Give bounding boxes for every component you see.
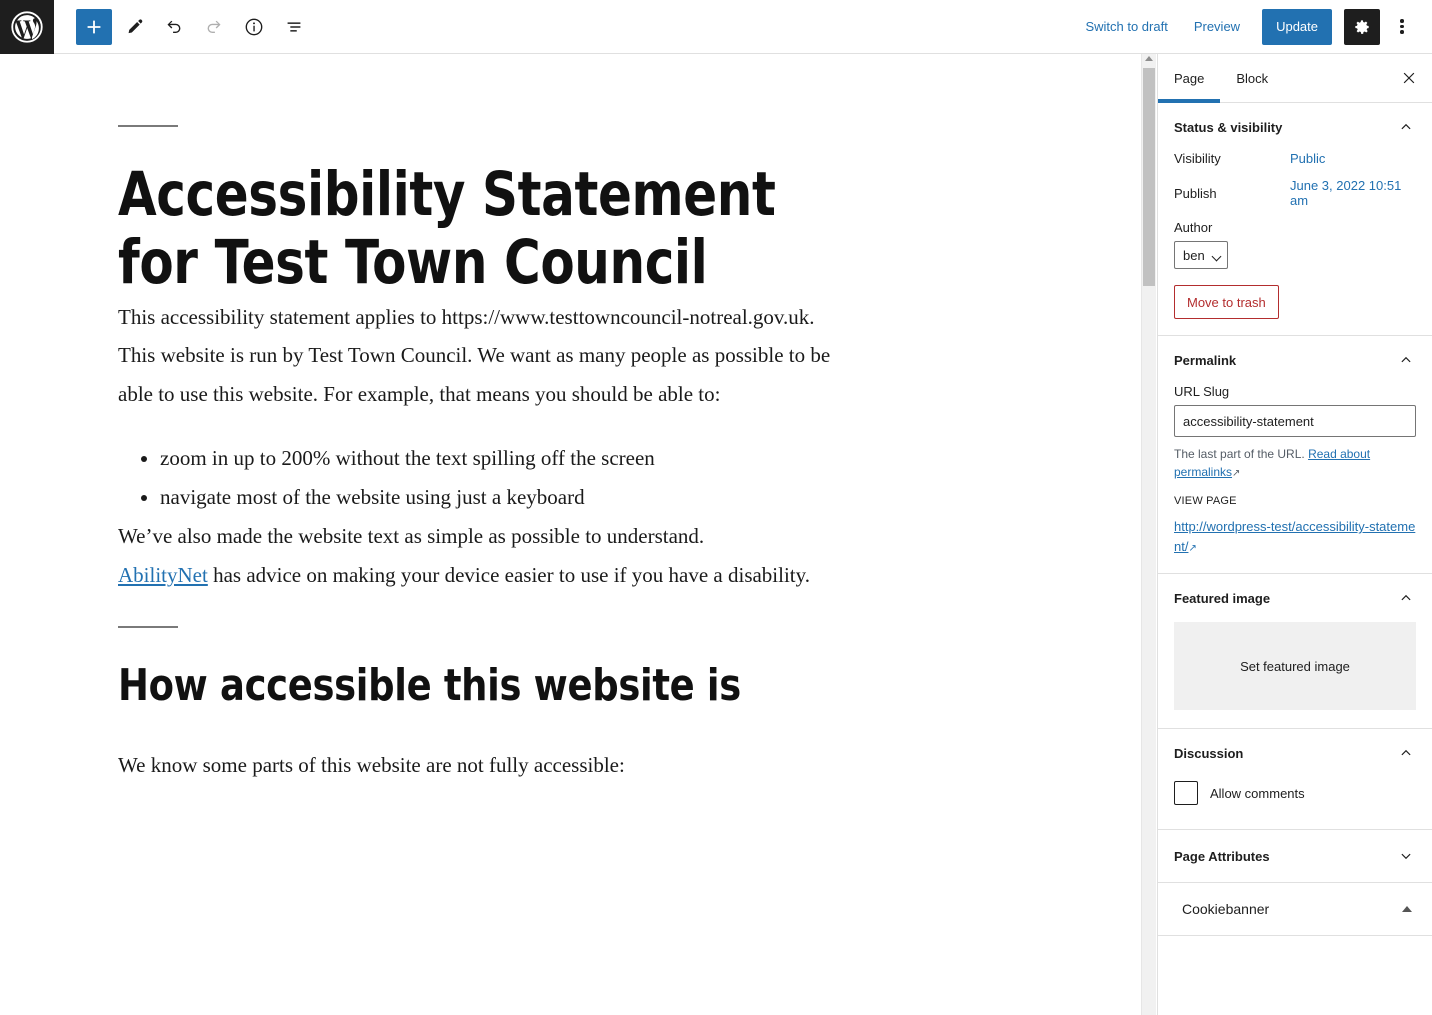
visibility-value-button[interactable]: Public — [1290, 151, 1325, 166]
editor-top-bar: Switch to draft Preview Update — [0, 0, 1432, 54]
close-icon — [1403, 72, 1415, 84]
panel-title: Permalink — [1174, 352, 1237, 368]
panel-status-visibility: Status & visibility Visibility Public Pu… — [1158, 103, 1432, 336]
wordpress-logo-icon[interactable] — [0, 0, 54, 54]
panel-page-attributes: Page Attributes — [1158, 830, 1432, 884]
allow-comments-checkbox[interactable] — [1174, 781, 1198, 806]
view-page-link[interactable]: http://wordpress-test/accessibility-stat… — [1174, 517, 1416, 557]
panel-permalink: Permalink URL Slug The last part of the … — [1158, 336, 1432, 575]
paragraph-block-3[interactable]: We’ve also made the website text as simp… — [118, 517, 858, 556]
chevron-up-icon[interactable] — [1396, 117, 1416, 137]
url-slug-label: URL Slug — [1174, 384, 1230, 399]
external-link-icon: ↗ — [1232, 468, 1241, 479]
panel-featured-image: Featured image Set featured image — [1158, 574, 1432, 730]
more-options-button[interactable] — [1384, 9, 1420, 45]
list-item[interactable]: navigate most of the website using just … — [160, 478, 858, 517]
panel-title: Status & visibility — [1174, 119, 1283, 135]
panel-permalink-header[interactable]: Permalink — [1174, 336, 1416, 384]
add-block-button[interactable] — [76, 8, 112, 45]
edit-tool-button[interactable] — [116, 9, 152, 45]
publish-label: Publish — [1174, 185, 1217, 201]
editor-body: Accessibility Statement for Test Town Co… — [0, 54, 1432, 1015]
undo-button[interactable] — [156, 9, 192, 45]
url-slug-input[interactable] — [1174, 405, 1416, 437]
list-item[interactable]: zoom in up to 200% without the text spil… — [160, 439, 858, 478]
settings-sidebar: Page Block Status & visibility Visibilit… — [1157, 54, 1432, 1015]
publish-date-button[interactable]: June 3, 2022 10:51 am — [1290, 178, 1416, 208]
row-author: Author ben — [1174, 220, 1416, 269]
editor-actions-group: Switch to draft Preview Update — [1073, 8, 1432, 45]
author-label: Author — [1174, 220, 1213, 235]
close-sidebar-button[interactable] — [1392, 61, 1426, 95]
set-featured-image-button[interactable]: Set featured image — [1174, 622, 1416, 711]
author-select[interactable]: ben — [1174, 241, 1228, 269]
sidebar-tab-bar: Page Block — [1158, 54, 1432, 103]
separator-block-middle[interactable] — [118, 595, 858, 628]
gear-icon — [1355, 19, 1369, 34]
panel-title: Cookiebanner — [1182, 901, 1270, 918]
list-view-button[interactable] — [276, 9, 312, 45]
tab-page[interactable]: Page — [1158, 55, 1221, 103]
kebab-menu-icon — [1400, 17, 1404, 36]
panel-discussion: Discussion Allow comments — [1158, 729, 1432, 831]
chevron-down-icon[interactable] — [1396, 846, 1416, 866]
wordpress-block-editor: Switch to draft Preview Update Accessibi… — [0, 0, 1432, 1015]
permalink-help-text: The last part of the URL. Read about per… — [1174, 445, 1416, 481]
editor-tools-group — [54, 8, 312, 45]
list-block[interactable]: zoom in up to 200% without the text spil… — [118, 439, 858, 517]
preview-button[interactable]: Preview — [1182, 11, 1252, 42]
panel-title: Featured image — [1174, 590, 1271, 606]
paragraph-4-rest: has advice on making your device easier … — [207, 562, 811, 587]
details-button[interactable] — [236, 9, 272, 45]
panel-cookiebanner-header[interactable]: Cookiebanner — [1182, 883, 1416, 935]
tab-block[interactable]: Block — [1220, 55, 1284, 102]
panel-status-visibility-header[interactable]: Status & visibility — [1174, 103, 1416, 151]
paragraph-block-1[interactable]: This accessibility statement applies to … — [118, 298, 858, 337]
permalink-help-prefix: The last part of the URL. — [1174, 447, 1309, 461]
panel-featured-image-header[interactable]: Featured image — [1174, 574, 1416, 622]
abilitynet-link[interactable]: AbilityNet — [118, 563, 208, 587]
panel-page-attributes-header[interactable]: Page Attributes — [1174, 830, 1416, 882]
scrollbar-thumb[interactable] — [1143, 68, 1155, 286]
panel-discussion-header[interactable]: Discussion — [1174, 729, 1416, 777]
move-to-trash-button[interactable]: Move to trash — [1174, 285, 1279, 319]
settings-gear-button[interactable] — [1344, 8, 1380, 45]
editor-canvas[interactable]: Accessibility Statement for Test Town Co… — [0, 54, 1140, 1015]
switch-to-draft-button[interactable]: Switch to draft — [1073, 11, 1179, 42]
visibility-label: Visibility — [1174, 151, 1221, 166]
chevron-up-icon[interactable] — [1396, 588, 1416, 608]
redo-button[interactable] — [196, 9, 232, 45]
update-button[interactable]: Update — [1262, 8, 1332, 45]
heading-how-accessible[interactable]: How accessible this website is — [118, 661, 864, 710]
external-link-icon: ↗ — [1188, 543, 1197, 555]
chevron-up-icon[interactable] — [1396, 743, 1416, 763]
view-page-label: VIEW PAGE — [1174, 495, 1237, 507]
paragraph-block-4[interactable]: AbilityNet has advice on making your dev… — [118, 556, 858, 595]
panel-title: Discussion — [1174, 745, 1244, 761]
allow-comments-label: Allow comments — [1210, 785, 1305, 801]
paragraph-block-2[interactable]: This website is run by Test Town Council… — [118, 336, 858, 414]
separator-block-top[interactable] — [118, 54, 858, 127]
row-publish: Publish June 3, 2022 10:51 am — [1174, 178, 1416, 208]
post-content: Accessibility Statement for Test Town Co… — [0, 54, 858, 785]
paragraph-block-5[interactable]: We know some parts of this website are n… — [118, 746, 858, 785]
view-page-url-text: http://wordpress-test/accessibility-stat… — [1174, 519, 1416, 555]
row-visibility: Visibility Public — [1174, 151, 1416, 166]
panel-title: Page Attributes — [1174, 848, 1270, 864]
canvas-scrollbar[interactable] — [1141, 54, 1156, 1015]
panel-cookiebanner: Cookiebanner — [1158, 883, 1432, 937]
allow-comments-row: Allow comments — [1174, 781, 1416, 806]
page-title[interactable]: Accessibility Statement for Test Town Co… — [118, 160, 858, 298]
triangle-up-icon[interactable] — [1402, 906, 1412, 913]
scroll-up-arrow-icon[interactable] — [1145, 56, 1153, 61]
chevron-up-icon[interactable] — [1396, 350, 1416, 370]
